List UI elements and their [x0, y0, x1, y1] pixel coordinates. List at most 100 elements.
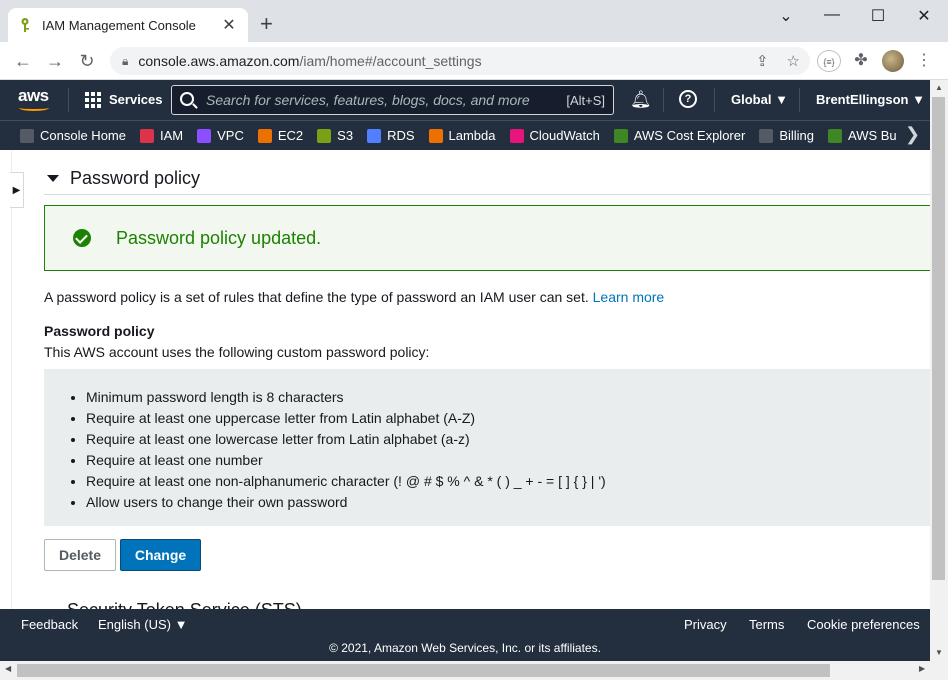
address-bar: ← → ↻ 🔒︎ console.aws.amazon.com/iam/home… — [0, 42, 948, 80]
s3-icon — [317, 128, 332, 143]
favorite-cloudwatch[interactable]: CloudWatch — [509, 128, 600, 143]
cookie-preferences-link[interactable]: Cookie preferences — [807, 617, 920, 632]
policy-rules-box: Minimum password length is 8 characters … — [44, 369, 930, 526]
success-flash: Password policy updated. — [44, 205, 930, 271]
next-section-title[interactable]: Security Token Service (STS) — [67, 600, 302, 609]
rds-icon — [367, 128, 382, 143]
favorite-rds[interactable]: RDS — [367, 128, 415, 143]
learn-more-link[interactable]: Learn more — [593, 289, 665, 305]
bookmark-star-icon[interactable]: ☆ — [787, 52, 800, 70]
delete-button[interactable]: Delete — [44, 539, 116, 571]
policy-heading: Password policy — [44, 323, 155, 339]
puzzle-extensions-icon[interactable]: ✤ — [850, 50, 872, 72]
kebab-menu-icon[interactable]: ⋮ — [914, 50, 934, 72]
vpc-icon — [197, 128, 212, 143]
favorite-console-home[interactable]: Console Home — [20, 128, 126, 143]
maximize-icon[interactable]: ☐ — [863, 6, 893, 26]
ec2-icon — [257, 128, 272, 143]
open-side-nav-button[interactable]: ▶ — [10, 172, 24, 208]
url-field[interactable]: 🔒︎ console.aws.amazon.com/iam/home#/acco… — [110, 47, 810, 75]
favorite-label: AWS Bu — [848, 128, 897, 143]
favorite-label: VPC — [217, 128, 244, 143]
region-label: Global — [731, 92, 772, 107]
vertical-scroll-thumb[interactable] — [932, 97, 945, 580]
section-header-toggle[interactable]: Password policy — [44, 168, 200, 189]
reload-icon[interactable]: ↻ — [76, 50, 98, 72]
flash-message: Password policy updated. — [116, 227, 322, 248]
tab-close-icon[interactable]: ✕ — [220, 15, 238, 35]
policy-rule: Require at least one non-alphanumeric ch… — [86, 471, 606, 492]
favorite-ec2[interactable]: EC2 — [257, 128, 303, 143]
description-text: A password policy is a set of rules that… — [44, 289, 589, 305]
change-button[interactable]: Change — [120, 539, 201, 571]
services-menu-button[interactable]: Services — [109, 92, 163, 107]
caret-down-icon — [47, 175, 59, 182]
feedback-link[interactable]: Feedback — [21, 617, 78, 632]
policy-rules-list: Minimum password length is 8 characters … — [86, 387, 606, 513]
services-grid-icon[interactable] — [85, 92, 101, 108]
nav-divider — [799, 88, 800, 112]
caret-down-icon: ▼ — [775, 92, 788, 107]
lambda-icon — [428, 128, 443, 143]
nav-divider — [714, 88, 715, 112]
terms-link[interactable]: Terms — [749, 617, 784, 632]
privacy-link[interactable]: Privacy — [684, 617, 727, 632]
favorite-iam[interactable]: IAM — [140, 128, 183, 143]
aws-search-input[interactable]: Search for services, features, blogs, do… — [171, 85, 614, 115]
iam-icon — [140, 128, 154, 143]
help-icon[interactable]: ? — [679, 90, 697, 108]
search-icon — [180, 91, 194, 106]
favorite-label: RDS — [387, 128, 415, 143]
favorites-bar: Console Home IAM VPC EC2 S3 RDS Lambda CloudWat… — [0, 120, 930, 150]
scroll-down-arrow-icon[interactable]: ▼ — [930, 648, 948, 657]
profile-avatar[interactable] — [882, 50, 904, 72]
policy-subtitle: This AWS account uses the following cust… — [44, 344, 430, 360]
account-menu[interactable]: BrentEllingson ▼ — [816, 92, 925, 107]
region-selector[interactable]: Global ▼ — [731, 92, 788, 107]
nav-divider — [68, 88, 69, 112]
new-tab-icon[interactable]: + — [260, 13, 273, 35]
url-host: console.aws.amazon.com — [138, 53, 300, 69]
favorite-cost-explorer[interactable]: AWS Cost Explorer — [613, 128, 746, 143]
horizontal-scroll-thumb[interactable] — [17, 664, 830, 677]
favorite-vpc[interactable]: VPC — [197, 128, 244, 143]
favorite-label: IAM — [160, 128, 184, 143]
back-icon[interactable]: ← — [12, 50, 34, 72]
url-path: /iam/home#/account_settings — [299, 53, 482, 69]
language-label: English (US) — [98, 617, 171, 632]
favorite-label: S3 — [337, 128, 354, 143]
favorite-label: AWS Cost Explorer — [633, 128, 746, 143]
cost-explorer-icon — [613, 128, 628, 143]
extension-badge-icon[interactable]: {≡} — [817, 50, 841, 72]
main-content: ▶ Password policy Password policy update… — [0, 150, 930, 609]
share-icon[interactable]: ⇪ — [756, 52, 769, 70]
language-selector[interactable]: English (US) ▼ — [98, 617, 187, 632]
minimize-icon[interactable]: — — [817, 6, 847, 24]
budgets-icon — [828, 128, 843, 143]
console-home-icon — [20, 128, 34, 143]
caret-down-icon: ▼ — [912, 92, 925, 107]
favorite-label: Console Home — [40, 128, 126, 143]
billing-icon — [759, 128, 774, 143]
favorite-billing[interactable]: Billing — [759, 128, 814, 143]
scroll-left-arrow-icon[interactable]: ◀ — [5, 664, 11, 673]
section-title: Password policy — [70, 168, 201, 188]
search-placeholder: Search for services, features, blogs, do… — [206, 92, 530, 108]
chevron-right-icon[interactable]: ❯ — [905, 124, 920, 145]
close-window-icon[interactable]: ✕ — [909, 6, 939, 26]
aws-logo[interactable]: aws — [18, 86, 49, 106]
browser-tabstrip: IAM Management Console ✕ + ⌄ — ☐ ✕ — [0, 0, 948, 42]
side-nav-edge — [11, 150, 12, 609]
aws-top-nav: aws Services Search for services, featur… — [0, 80, 930, 120]
scroll-up-arrow-icon[interactable]: ▲ — [930, 83, 948, 92]
favorite-lambda[interactable]: Lambda — [428, 128, 496, 143]
bell-icon[interactable]: 🔔︎ — [630, 90, 652, 110]
policy-rule: Minimum password length is 8 characters — [86, 387, 606, 408]
chevron-down-icon[interactable]: ⌄ — [771, 6, 801, 26]
favorite-s3[interactable]: S3 — [317, 128, 353, 143]
browser-tab[interactable]: IAM Management Console ✕ — [8, 8, 248, 42]
forward-icon[interactable]: → — [44, 50, 66, 72]
favorite-budgets[interactable]: AWS Bu — [828, 128, 897, 143]
scroll-right-arrow-icon[interactable]: ▶ — [919, 664, 925, 673]
favorite-label: Billing — [779, 128, 815, 143]
